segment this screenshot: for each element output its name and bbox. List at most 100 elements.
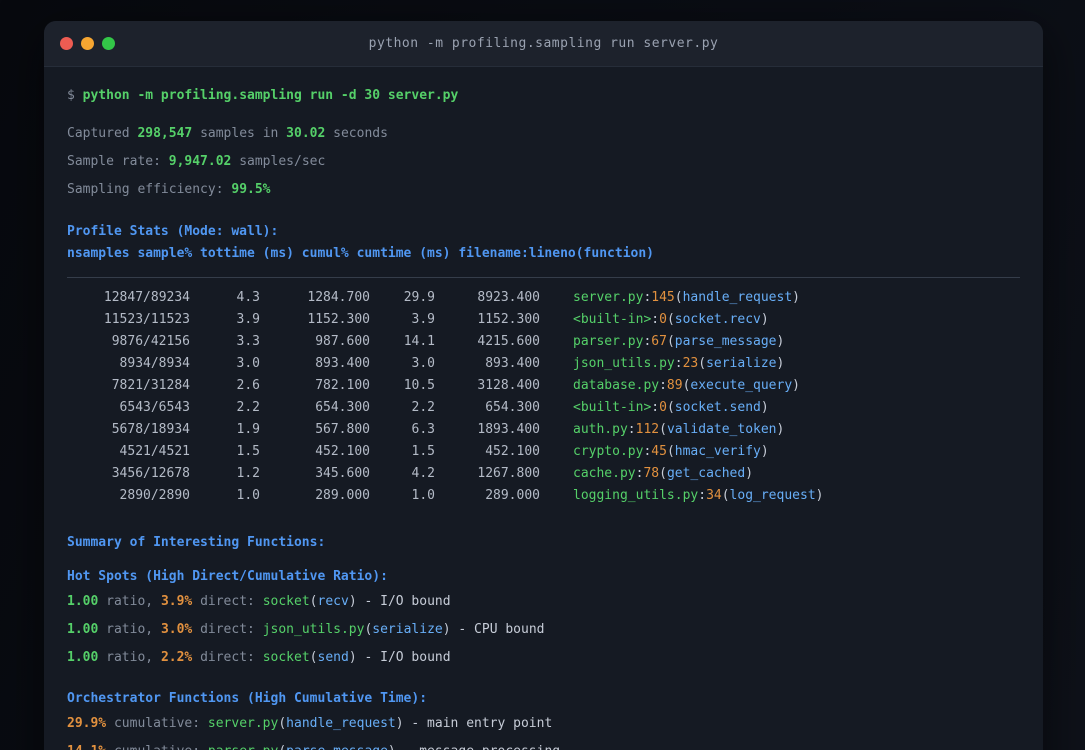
- text-segment: 67: [651, 334, 667, 349]
- text-segment: ): [348, 594, 357, 609]
- text-segment: ): [815, 488, 824, 503]
- cell-cumtime: 1267.800: [477, 466, 540, 481]
- text-segment: 30.02: [286, 126, 326, 141]
- cell-sample_pct: 1.0: [236, 488, 260, 503]
- text-segment: cache.py: [573, 466, 636, 481]
- text-segment: <built-in>: [573, 400, 652, 415]
- text-segment: - main entry point: [403, 716, 553, 731]
- text-segment: ): [395, 716, 404, 731]
- text-segment: ): [760, 400, 769, 415]
- cell-cumul_pct: 1.5: [411, 444, 435, 459]
- text-segment: samples/sec: [231, 154, 326, 169]
- text-segment: (: [309, 594, 318, 609]
- table-row: 4521/4521 1.5 452.100 1.5 452.100 crypto.py:4…: [67, 441, 1020, 463]
- text-segment: :: [627, 422, 636, 437]
- profile-table: 12847/89234 4.3 1284.700 29.9 8923.400 server…: [67, 287, 1020, 507]
- hot-spots-list: 1.00 ratio, 3.9% direct: socket(recv) - …: [67, 588, 1020, 672]
- text-segment: (: [698, 356, 707, 371]
- cell-nsamples: 8934/8934: [119, 356, 190, 371]
- text-segment: direct:: [192, 622, 263, 637]
- window-controls: [60, 21, 115, 66]
- text-segment: handle_request: [682, 290, 793, 305]
- cell-tottime: 289.000: [315, 488, 370, 503]
- table-header: nsamples sample% tottime (ms) cumul% cum…: [67, 246, 654, 261]
- text-segment: 2.2%: [160, 650, 193, 665]
- text-segment: 112: [635, 422, 660, 437]
- text-segment: - message processing: [396, 744, 561, 750]
- close-button[interactable]: [60, 37, 73, 50]
- text-segment: get_cached: [666, 466, 746, 481]
- text-segment: 3.0%: [160, 622, 193, 637]
- minimize-button[interactable]: [81, 37, 94, 50]
- text-segment: Sample rate:: [67, 154, 169, 169]
- table-row: 3456/12678 1.2 345.600 4.2 1267.800 cache.py:…: [67, 463, 1020, 485]
- profile-stats-title: Profile Stats (Mode: wall):: [67, 224, 279, 239]
- text-segment: - I/O bound: [356, 650, 451, 665]
- cell-cumul_pct: 2.2: [411, 400, 435, 415]
- cell-cumtime: 289.000: [485, 488, 540, 503]
- titlebar[interactable]: python -m profiling.sampling run server.…: [44, 21, 1043, 67]
- text-segment: 34: [706, 488, 722, 503]
- text-segment: 45: [651, 444, 667, 459]
- table-row: 12847/89234 4.3 1284.700 29.9 8923.400 server…: [67, 287, 1020, 309]
- hot-spots-title: Hot Spots (High Direct/Cumulative Ratio)…: [67, 569, 388, 584]
- text-segment: (: [278, 716, 287, 731]
- cell-nsamples: 4521/4521: [119, 444, 190, 459]
- text-segment: parse_message: [674, 334, 777, 349]
- text-segment: :: [651, 312, 660, 327]
- terminal-content[interactable]: $ python -m profiling.sampling run -d 30…: [44, 67, 1043, 750]
- cell-tottime: 893.400: [315, 356, 370, 371]
- text-segment: 0: [659, 400, 667, 415]
- table-row: 8934/8934 3.0 893.400 3.0 893.400 json_utils.…: [67, 353, 1020, 375]
- prompt-symbol: $: [67, 88, 83, 103]
- sample-rate-line: Sample rate: 9,947.02 samples/sec: [67, 152, 1020, 172]
- cell-cumul_pct: 29.9: [403, 290, 435, 305]
- text-segment: - I/O bound: [356, 594, 451, 609]
- text-segment: handle_request: [286, 716, 396, 731]
- text-segment: (: [278, 744, 286, 750]
- cell-nsamples: 7821/31284: [111, 378, 190, 393]
- text-segment: server.py: [573, 290, 644, 305]
- window-title: python -m profiling.sampling run server.…: [368, 36, 719, 51]
- cell-cumul_pct: 10.5: [403, 378, 435, 393]
- text-segment: (: [666, 334, 675, 349]
- cell-sample_pct: 1.9: [236, 422, 260, 437]
- text-segment: (: [674, 290, 683, 305]
- table-row: 5678/18934 1.9 567.800 6.3 1893.400 auth.py:1…: [67, 419, 1020, 441]
- text-segment: 99.5%: [231, 182, 271, 197]
- text-segment: 29.9%: [67, 716, 107, 731]
- text-segment: send: [317, 650, 349, 665]
- cell-sample_pct: 3.0: [236, 356, 260, 371]
- maximize-button[interactable]: [102, 37, 115, 50]
- text-segment: :: [651, 400, 660, 415]
- cell-cumul_pct: 14.1: [403, 334, 435, 349]
- text-segment: seconds: [325, 126, 388, 141]
- text-segment: 3.9%: [160, 594, 193, 609]
- cell-sample_pct: 1.2: [236, 466, 260, 481]
- cell-tottime: 987.600: [315, 334, 370, 349]
- text-segment: ): [776, 334, 785, 349]
- cell-cumtime: 4215.600: [477, 334, 540, 349]
- cell-tottime: 782.100: [315, 378, 370, 393]
- text-segment: ): [776, 356, 785, 371]
- cell-cumul_pct: 6.3: [411, 422, 435, 437]
- table-row: 2890/2890 1.0 289.000 1.0 289.000 logging_uti…: [67, 485, 1020, 507]
- text-segment: direct:: [192, 594, 263, 609]
- cell-cumul_pct: 4.2: [411, 466, 435, 481]
- cell-tottime: 452.100: [315, 444, 370, 459]
- sampling-efficiency-line: Sampling efficiency: 99.5%: [67, 180, 1020, 200]
- cell-nsamples: 9876/42156: [111, 334, 190, 349]
- text-segment: <built-in>: [573, 312, 652, 327]
- cell-sample_pct: 1.5: [236, 444, 260, 459]
- text-segment: serialize: [372, 622, 443, 637]
- cell-tottime: 654.300: [315, 400, 370, 415]
- text-segment: hmac_verify: [674, 444, 761, 459]
- cell-cumul_pct: 3.9: [411, 312, 435, 327]
- cell-cumtime: 8923.400: [477, 290, 540, 305]
- text-segment: cumulative:: [106, 744, 208, 750]
- text-segment: 0: [659, 312, 667, 327]
- text-segment: (: [666, 312, 675, 327]
- text-segment: ): [792, 378, 800, 393]
- cell-cumtime: 1893.400: [477, 422, 540, 437]
- text-segment: socket.send: [674, 400, 761, 415]
